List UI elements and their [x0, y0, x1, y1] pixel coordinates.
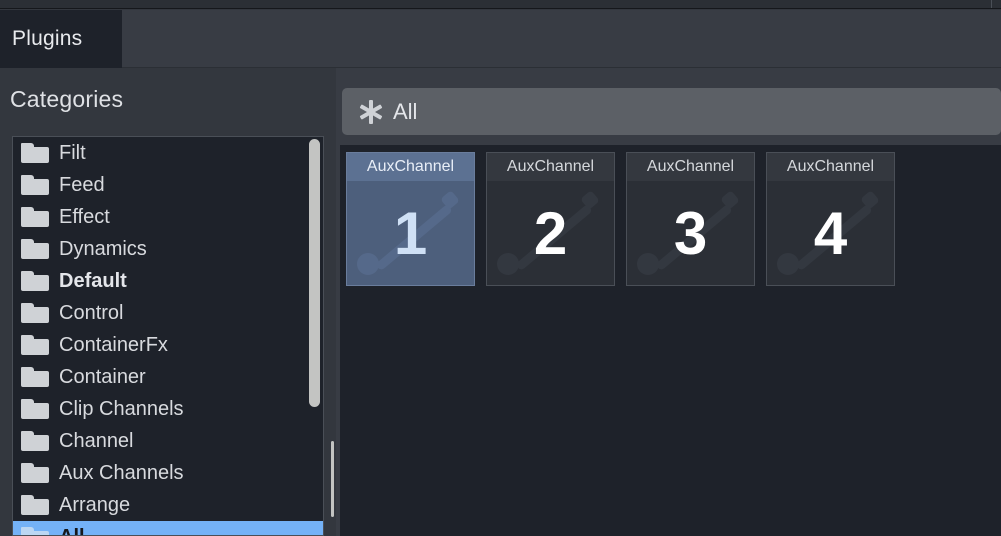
- category-item-label: Dynamics: [59, 238, 147, 261]
- category-item-label: Default: [59, 270, 127, 293]
- plugin-tile-title: AuxChannel: [487, 153, 614, 181]
- plugins-content-area: AuxChannel1AuxChannel2AuxChannel3AuxChan…: [340, 145, 1001, 536]
- category-item-channel[interactable]: Channel: [13, 425, 323, 457]
- plugin-tile-body: 3: [627, 181, 754, 285]
- category-item-filt[interactable]: Filt: [13, 137, 323, 169]
- folder-icon: [21, 271, 49, 291]
- categories-scrollbar[interactable]: [308, 139, 320, 535]
- plugin-tile-grid: AuxChannel1AuxChannel2AuxChannel3AuxChan…: [346, 152, 895, 286]
- category-item-label: ContainerFx: [59, 334, 168, 357]
- folder-icon: [21, 463, 49, 483]
- category-item-aux-channels[interactable]: Aux Channels: [13, 457, 323, 489]
- category-item-label: Aux Channels: [59, 462, 184, 485]
- category-item-feed[interactable]: Feed: [13, 169, 323, 201]
- filter-bar-label: All: [393, 99, 417, 125]
- window-top-strip-inner: [0, 0, 992, 8]
- folder-icon: [21, 335, 49, 355]
- category-item-clip-channels[interactable]: Clip Channels: [13, 393, 323, 425]
- plugin-tile-number: 2: [487, 181, 614, 285]
- plugin-tile-number: 1: [347, 181, 474, 285]
- category-item-control[interactable]: Control: [13, 297, 323, 329]
- folder-icon: [21, 367, 49, 387]
- plugin-tile-body: 4: [767, 181, 894, 285]
- category-item-label: Feed: [59, 174, 105, 197]
- categories-list[interactable]: Filt Feed Effect Dynamics Default Control Cont…: [12, 136, 324, 536]
- folder-icon: [21, 207, 49, 227]
- tab-plugins-label: Plugins: [12, 27, 82, 51]
- category-item-containerfx[interactable]: ContainerFx: [13, 329, 323, 361]
- plugin-tile-number: 4: [767, 181, 894, 285]
- folder-icon: [21, 239, 49, 259]
- window-top-strip: [0, 0, 1001, 9]
- folder-icon: [21, 303, 49, 323]
- plugin-tile-title: AuxChannel: [767, 153, 894, 181]
- sidebar-splitter-scrollbar[interactable]: [331, 441, 334, 517]
- category-item-all[interactable]: All: [13, 521, 323, 536]
- plugin-tile-auxchannel-2[interactable]: AuxChannel2: [486, 152, 615, 286]
- category-item-dynamics[interactable]: Dynamics: [13, 233, 323, 265]
- plugin-tile-auxchannel-1[interactable]: AuxChannel1: [346, 152, 475, 286]
- category-item-label: Channel: [59, 430, 134, 453]
- plugin-tile-number: 3: [627, 181, 754, 285]
- folder-icon: [21, 143, 49, 163]
- category-item-label: Arrange: [59, 494, 130, 517]
- folder-icon: [21, 431, 49, 451]
- categories-title: Categories: [10, 86, 123, 113]
- category-item-arrange[interactable]: Arrange: [13, 489, 323, 521]
- asterisk-icon: [358, 99, 384, 125]
- folder-icon: [21, 175, 49, 195]
- categories-sidebar: Categories Filt Feed Effect Dynamics Default…: [0, 68, 336, 536]
- category-item-label: Control: [59, 302, 123, 325]
- plugin-tile-title: AuxChannel: [347, 153, 474, 181]
- folder-icon: [21, 399, 49, 419]
- folder-icon: [21, 527, 49, 536]
- plugin-tile-body: 1: [347, 181, 474, 285]
- category-item-default[interactable]: Default: [13, 265, 323, 297]
- category-item-label: Effect: [59, 206, 110, 229]
- filter-bar[interactable]: All: [342, 88, 1001, 135]
- plugin-tile-auxchannel-4[interactable]: AuxChannel4: [766, 152, 895, 286]
- category-item-container[interactable]: Container: [13, 361, 323, 393]
- plugin-tile-body: 2: [487, 181, 614, 285]
- tab-plugins[interactable]: Plugins: [0, 10, 122, 68]
- category-item-label: Container: [59, 366, 146, 389]
- category-item-label: All: [59, 526, 85, 536]
- plugins-pane: All AuxChannel1AuxChannel2AuxChannel3Aux…: [336, 68, 1001, 536]
- categories-scrollbar-thumb[interactable]: [309, 139, 320, 407]
- category-item-label: Clip Channels: [59, 398, 184, 421]
- plugin-tile-auxchannel-3[interactable]: AuxChannel3: [626, 152, 755, 286]
- folder-icon: [21, 495, 49, 515]
- category-item-effect[interactable]: Effect: [13, 201, 323, 233]
- plugin-browser-window: Plugins Categories Filt Feed Effect Dynamic…: [0, 0, 1001, 536]
- category-item-label: Filt: [59, 142, 86, 165]
- plugin-tile-title: AuxChannel: [627, 153, 754, 181]
- tab-bar: Plugins: [0, 10, 1001, 68]
